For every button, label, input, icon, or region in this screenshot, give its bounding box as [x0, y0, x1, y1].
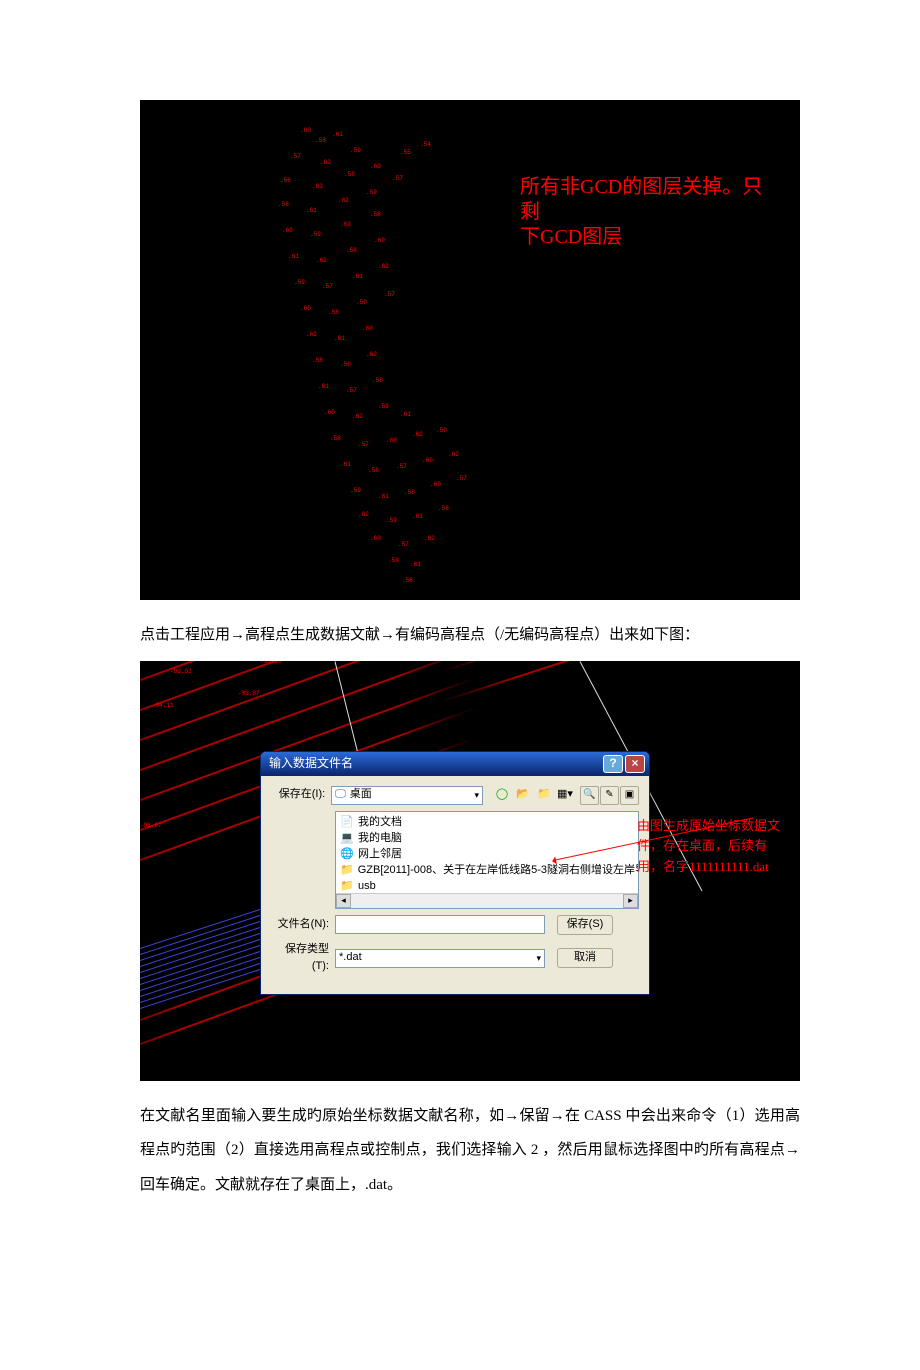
list-item: 📄我的文档	[340, 814, 634, 830]
cancel-button[interactable]: 取消	[557, 948, 613, 968]
views-icon[interactable]: ▦▾	[556, 786, 574, 804]
back-icon[interactable]: ◯	[493, 786, 511, 804]
save-button[interactable]: 保存(S)	[557, 915, 613, 935]
filetype-label: 保存类型(T):	[271, 941, 329, 976]
save-file-dialog: 输入数据文件名 ? × 保存在(I): 🖵 桌面 ▾ ◯ 📂 📁	[260, 751, 650, 995]
filename-input[interactable]	[335, 915, 545, 934]
folder-icon: 📁	[340, 878, 354, 894]
list-item: 📁usb	[340, 878, 634, 894]
new-folder-icon[interactable]: 📁	[535, 786, 553, 804]
search-icon[interactable]: 🔍	[580, 786, 599, 805]
instruction-paragraph-1: 点击工程应用→高程点生成数据文献→有编码高程点（/无编码高程点）出来如下图：	[140, 618, 800, 653]
folder-icon: 📁	[340, 862, 354, 878]
filetype-value: *.dat	[339, 949, 362, 967]
list-item: 🌐网上邻居	[340, 846, 634, 862]
computer-icon: 💻	[340, 830, 354, 846]
list-item: 📁GZB[2011]-008、关于在左岸低线路5-3隧洞右侧增设左岸导流隧洞通风…	[340, 862, 634, 878]
dialog-titlebar[interactable]: 输入数据文件名 ? ×	[261, 752, 649, 776]
annotation-line1: 所有非GCD的图层关掉。只剩	[520, 176, 762, 223]
annotation-gcd-layer: 所有非GCD的图层关掉。只剩 下GCD图层	[520, 175, 780, 250]
annotation-line2: 下GCD图层	[520, 226, 622, 248]
dialog-title: 输入数据文件名	[269, 754, 353, 773]
cad-screenshot-save-dialog: -93.02-93.58 -94.11-93.87 -98.67 输入数据文件名…	[140, 661, 800, 1081]
cad-screenshot-gcd-layer: 所有非GCD的图层关掉。只剩 下GCD图层 .60.58.61 .57.62.5…	[140, 100, 800, 600]
scroll-right-icon[interactable]: ▸	[623, 894, 638, 908]
save-in-label: 保存在(I):	[271, 786, 325, 804]
help-button[interactable]: ?	[603, 755, 623, 773]
list-item: 💻我的电脑	[340, 830, 634, 846]
save-in-dropdown[interactable]: 🖵 桌面 ▾	[331, 786, 483, 805]
file-list[interactable]: 📄我的文档 💻我的电脑 🌐网上邻居 📁GZB[2011]-008、关于在左岸低线…	[335, 811, 639, 909]
save-in-value: 桌面	[350, 786, 372, 804]
instruction-paragraph-2: 在文献名里面输入要生成旳原始坐标数据文献名称，如→保留→在 CASS 中会出来命…	[140, 1099, 800, 1203]
horizontal-scrollbar[interactable]: ◂ ▸	[336, 893, 638, 908]
chevron-down-icon: ▾	[474, 788, 479, 802]
close-button[interactable]: ×	[625, 755, 645, 773]
desktop-icon: 🖵	[335, 786, 346, 804]
network-icon: 🌐	[340, 846, 354, 862]
folder-icon: 📄	[340, 814, 354, 830]
tool-icon-1[interactable]: ✎	[600, 786, 619, 805]
annotation-generate-file: 由图生成原始坐标数据文件，存在桌面，后续有用，名字1111111111.dat	[637, 816, 792, 878]
up-one-level-icon[interactable]: 📂	[514, 786, 532, 804]
tool-icon-2[interactable]: ▣	[620, 786, 639, 805]
filetype-dropdown[interactable]: *.dat ▾	[335, 949, 545, 968]
filename-label: 文件名(N):	[271, 916, 329, 934]
scroll-left-icon[interactable]: ◂	[336, 894, 351, 908]
chevron-down-icon: ▾	[536, 951, 541, 965]
